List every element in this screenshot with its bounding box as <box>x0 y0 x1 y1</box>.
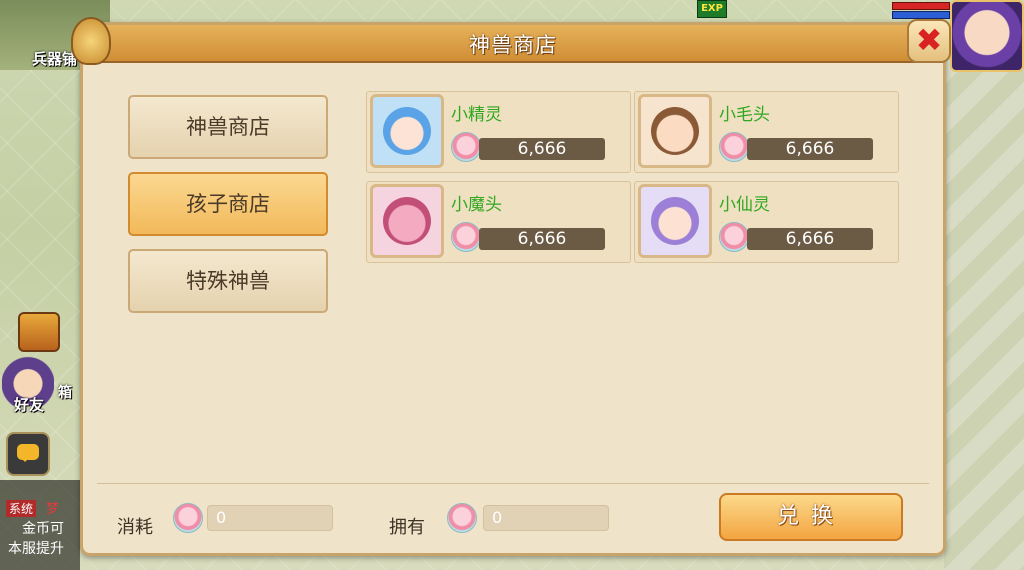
shop-item-card[interactable]: 小仙灵 6,666 <box>634 181 899 263</box>
elf-child-portrait-icon <box>370 94 444 168</box>
item-name: 小精灵 <box>451 105 502 125</box>
item-name: 小仙灵 <box>719 195 770 215</box>
tab-divine-beast-shop[interactable]: 神兽商店 <box>128 95 328 159</box>
system-message-line2: 本服提升 <box>8 541 64 557</box>
cost-label: 消耗 <box>117 517 153 538</box>
own-label: 拥有 <box>389 517 425 538</box>
system-tag: 系统 <box>6 500 37 517</box>
cost-coin-icon <box>173 503 203 533</box>
shop-dialog: 神兽商店 ✖ 神兽商店 孩子商店 特殊神兽 小精灵 6,666 小毛头 6,66… <box>71 17 951 556</box>
own-coin-icon <box>447 503 477 533</box>
item-price: 6,666 <box>479 138 605 160</box>
system-tag-suffix: 梦 <box>46 502 60 517</box>
tab-special-beast[interactable]: 特殊神兽 <box>128 249 328 313</box>
shop-item-card[interactable]: 小魔头 6,666 <box>366 181 631 263</box>
pig-coin-icon <box>451 132 481 162</box>
cost-value: 0 <box>207 505 333 531</box>
fairy-child-portrait-icon <box>638 184 712 258</box>
footer-divider <box>97 483 929 484</box>
pig-coin-icon <box>719 222 749 252</box>
system-message-line1: 金币可 <box>22 521 64 537</box>
exchange-button[interactable]: 兑换 <box>719 493 903 541</box>
demon-child-portrait-icon <box>370 184 444 258</box>
friend-label[interactable]: 好友 <box>14 394 44 415</box>
item-price: 6,666 <box>479 228 605 250</box>
player-portrait[interactable] <box>950 0 1024 72</box>
chat-bubble-icon <box>17 444 39 462</box>
shop-item-card[interactable]: 小精灵 6,666 <box>366 91 631 173</box>
item-name: 小毛头 <box>719 105 770 125</box>
tab-child-shop[interactable]: 孩子商店 <box>128 172 328 236</box>
partial-label: 箱 <box>58 385 72 401</box>
hp-bar <box>892 2 950 10</box>
own-value: 0 <box>483 505 609 531</box>
chat-button[interactable] <box>6 432 50 476</box>
mp-bar <box>892 11 950 19</box>
building-label[interactable]: 兵器铺 <box>32 48 77 69</box>
courtyard-scenery <box>944 60 1024 570</box>
pig-coin-icon <box>719 132 749 162</box>
close-button[interactable]: ✖ <box>907 19 951 63</box>
dialog-title: 神兽商店 <box>469 33 557 57</box>
item-price: 6,666 <box>747 138 873 160</box>
treasure-chest-icon[interactable] <box>18 312 60 352</box>
exp-badge: EXP <box>697 0 727 18</box>
shop-item-card[interactable]: 小毛头 6,666 <box>634 91 899 173</box>
pig-coin-icon <box>451 222 481 252</box>
bald-boy-portrait-icon <box>638 94 712 168</box>
item-price: 6,666 <box>747 228 873 250</box>
title-bar: 神兽商店 ✖ <box>71 17 951 65</box>
item-name: 小魔头 <box>451 195 502 215</box>
